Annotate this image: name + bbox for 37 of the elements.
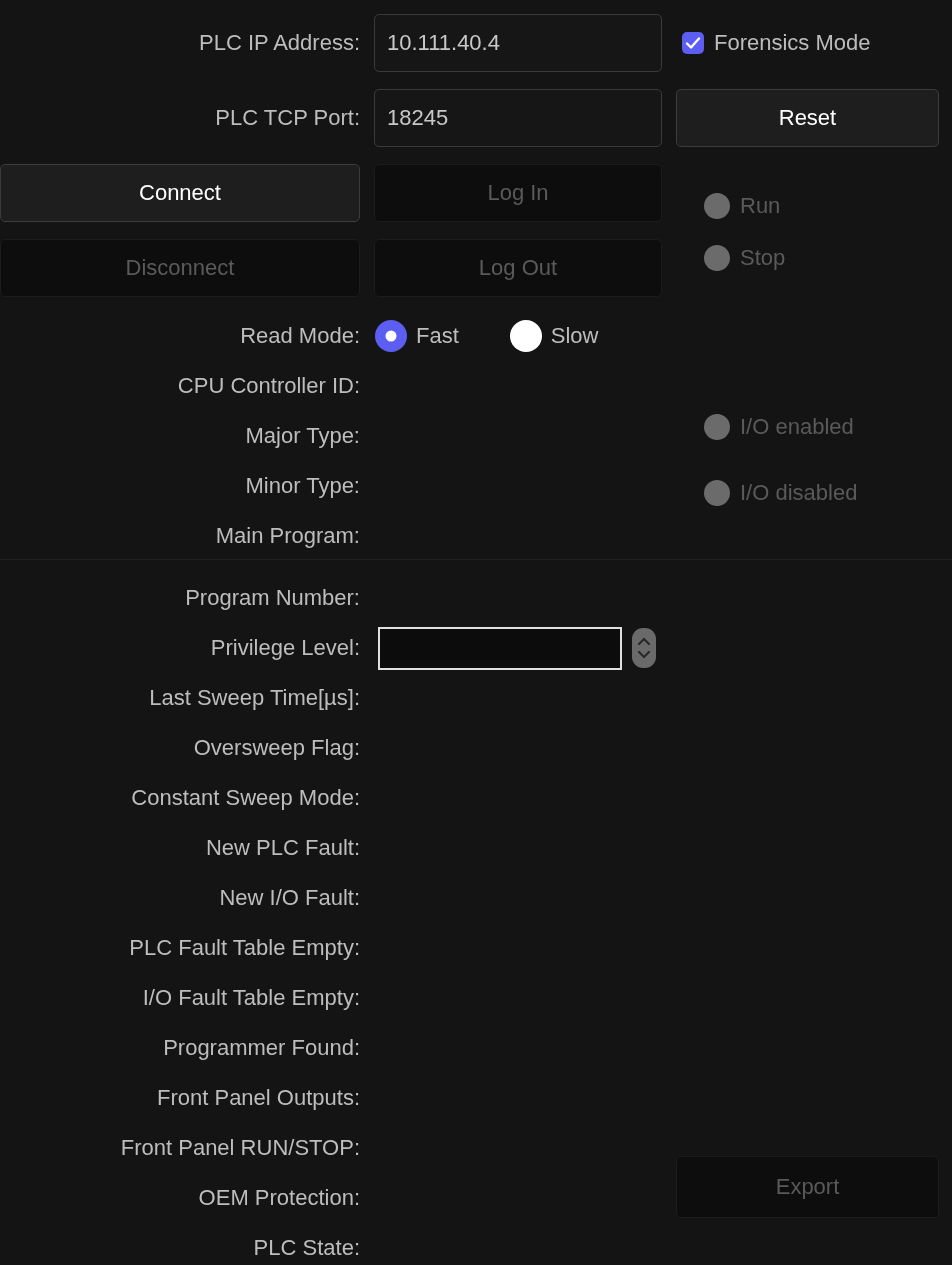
status-label: Oversweep Flag:: [193, 735, 360, 761]
info-label: Main Program:: [215, 523, 360, 549]
field-label: Read Mode:: [240, 323, 360, 349]
checkbox-label: Forensics Mode: [714, 30, 871, 56]
info-label: Major Type:: [245, 423, 360, 449]
indicator-label: I/O disabled: [740, 480, 858, 506]
status-label: Privilege Level:: [210, 635, 360, 661]
indicator-label: I/O enabled: [740, 414, 854, 440]
status-label: Front Panel RUN/STOP:: [120, 1135, 360, 1161]
field-label: PLC TCP Port:: [215, 105, 360, 131]
status-label: PLC Fault Table Empty:: [129, 935, 360, 961]
checkbox[interactable]: [682, 32, 704, 54]
radio-label: Slow: [550, 323, 599, 349]
status-label: New PLC Fault:: [205, 835, 360, 861]
status-label: New I/O Fault:: [219, 885, 360, 911]
reset-button[interactable]: Reset: [676, 89, 939, 147]
status-label: PLC State:: [253, 1235, 360, 1261]
status-label: Programmer Found:: [163, 1035, 360, 1061]
status-label: OEM Protection:: [198, 1185, 360, 1211]
connect-button[interactable]: Connect: [0, 164, 360, 222]
info-label: Minor Type:: [245, 473, 360, 499]
info-label: CPU Controller ID:: [177, 373, 360, 399]
status-label: Front Panel Outputs:: [157, 1085, 360, 1111]
field-label: PLC IP Address:: [199, 30, 360, 56]
ip-address-field[interactable]: 10.111.40.4: [374, 14, 662, 72]
status-label: Constant Sweep Mode:: [131, 785, 360, 811]
status-label: Last Sweep Time[µs]:: [149, 685, 360, 711]
indicator-label: Run: [740, 193, 781, 219]
privilege-select[interactable]: [378, 626, 622, 670]
indicator-label: Stop: [740, 245, 786, 271]
port-field[interactable]: 18245: [374, 89, 662, 147]
status-label: Program Number:: [185, 585, 360, 611]
radio-button[interactable]: [374, 319, 408, 353]
stepper-icon[interactable]: [632, 628, 656, 668]
radio-button[interactable]: [508, 319, 543, 353]
radio-label: Fast: [416, 323, 459, 349]
status-label: I/O Fault Table Empty:: [142, 985, 360, 1011]
